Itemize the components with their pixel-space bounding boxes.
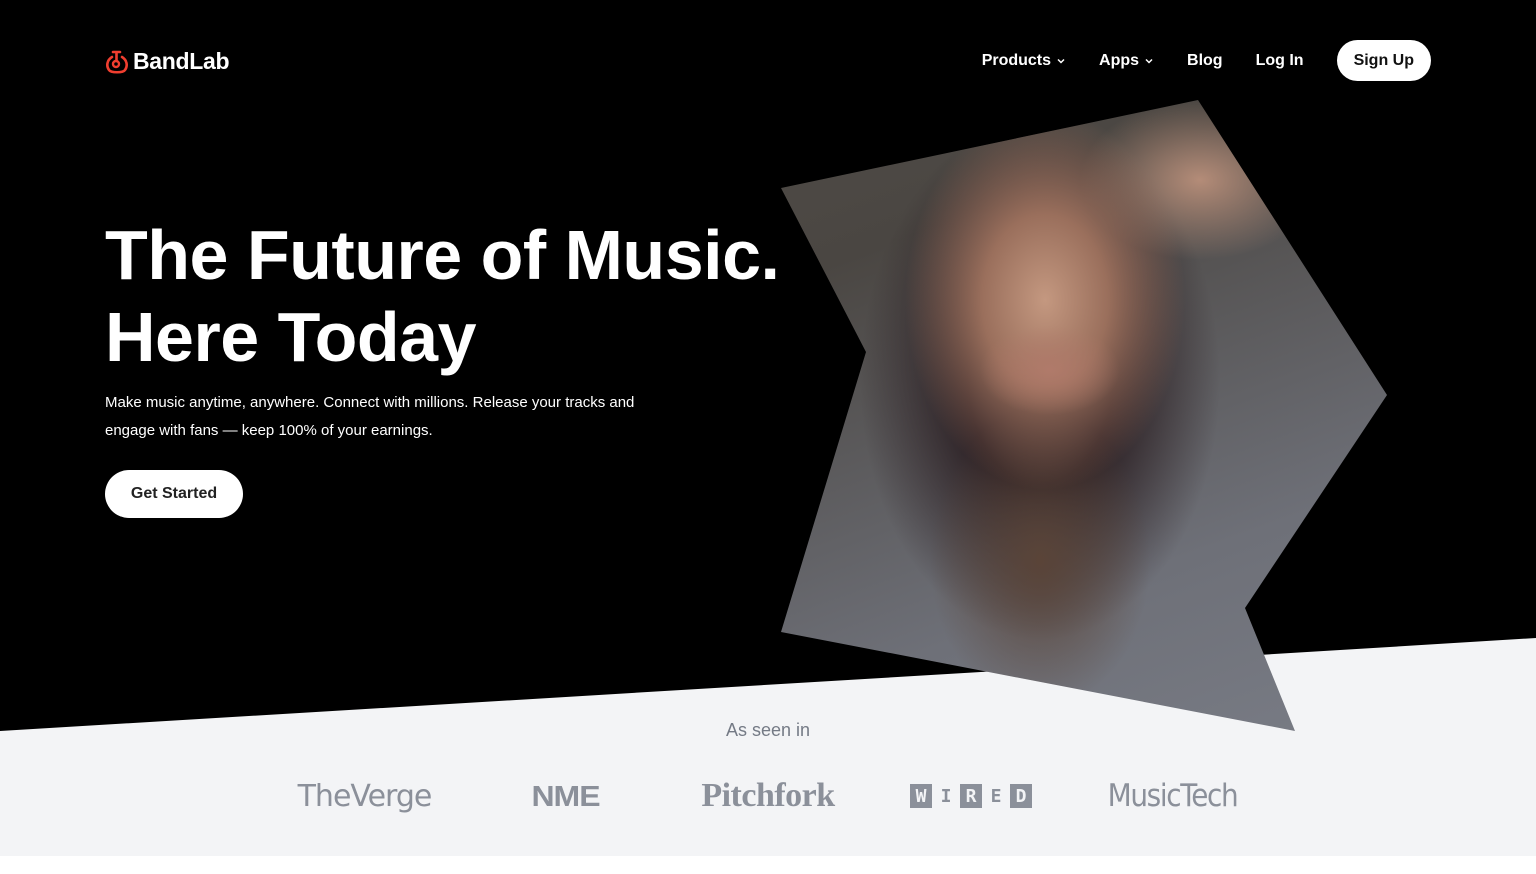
nav-item-label: Log In	[1255, 51, 1304, 69]
brand-logo[interactable]: BandLab	[105, 48, 230, 75]
the-verge-logo: TheVerge	[297, 778, 433, 814]
musictech-logo: MusicTech	[1107, 778, 1239, 814]
hero-section: BandLab Products Apps Blog Log In Sign U…	[0, 0, 1536, 856]
press-logos: TheVerge NME Pitchfork W I R E D MusicTe…	[0, 776, 1536, 820]
nav-item-apps[interactable]: Apps	[1099, 52, 1154, 70]
wired-letter: I	[940, 785, 952, 807]
nav-links: Products Apps Blog Log In Sign Up	[982, 40, 1431, 81]
hero-subtitle: Make music anytime, anywhere. Connect wi…	[105, 394, 635, 439]
wired-letter: R	[960, 784, 982, 808]
hero-headline: The Future of Music. Here Today	[105, 214, 780, 378]
pitchfork-logo: Pitchfork	[701, 777, 835, 814]
nav-item-products[interactable]: Products	[982, 52, 1066, 70]
brand-name: BandLab	[133, 48, 230, 74]
nav-item-blog[interactable]: Blog	[1187, 52, 1223, 70]
nav-item-label: Blog	[1187, 51, 1223, 69]
wired-letter: E	[990, 785, 1002, 807]
chevron-down-icon	[1145, 58, 1153, 64]
sign-up-button[interactable]: Sign Up	[1336, 40, 1431, 81]
wired-letter: D	[1010, 784, 1032, 808]
get-started-button[interactable]: Get Started	[105, 470, 243, 518]
headline-line-1: The Future of Music.	[105, 216, 780, 294]
chevron-down-icon	[1057, 58, 1065, 64]
wired-letter: W	[910, 784, 932, 808]
wired-logo: W I R E D	[908, 776, 1034, 816]
nav-item-login[interactable]: Log In	[1256, 52, 1304, 70]
headline-line-2: Here Today	[105, 298, 477, 376]
nav-item-label: Products	[981, 51, 1052, 69]
nme-logo: NME	[531, 779, 600, 812]
press-heading: As seen in	[725, 720, 811, 740]
nav-item-label: Apps	[1099, 51, 1140, 69]
top-navigation: BandLab Products Apps Blog Log In Sign U…	[0, 0, 1536, 122]
bandlab-logo-icon	[106, 50, 128, 74]
